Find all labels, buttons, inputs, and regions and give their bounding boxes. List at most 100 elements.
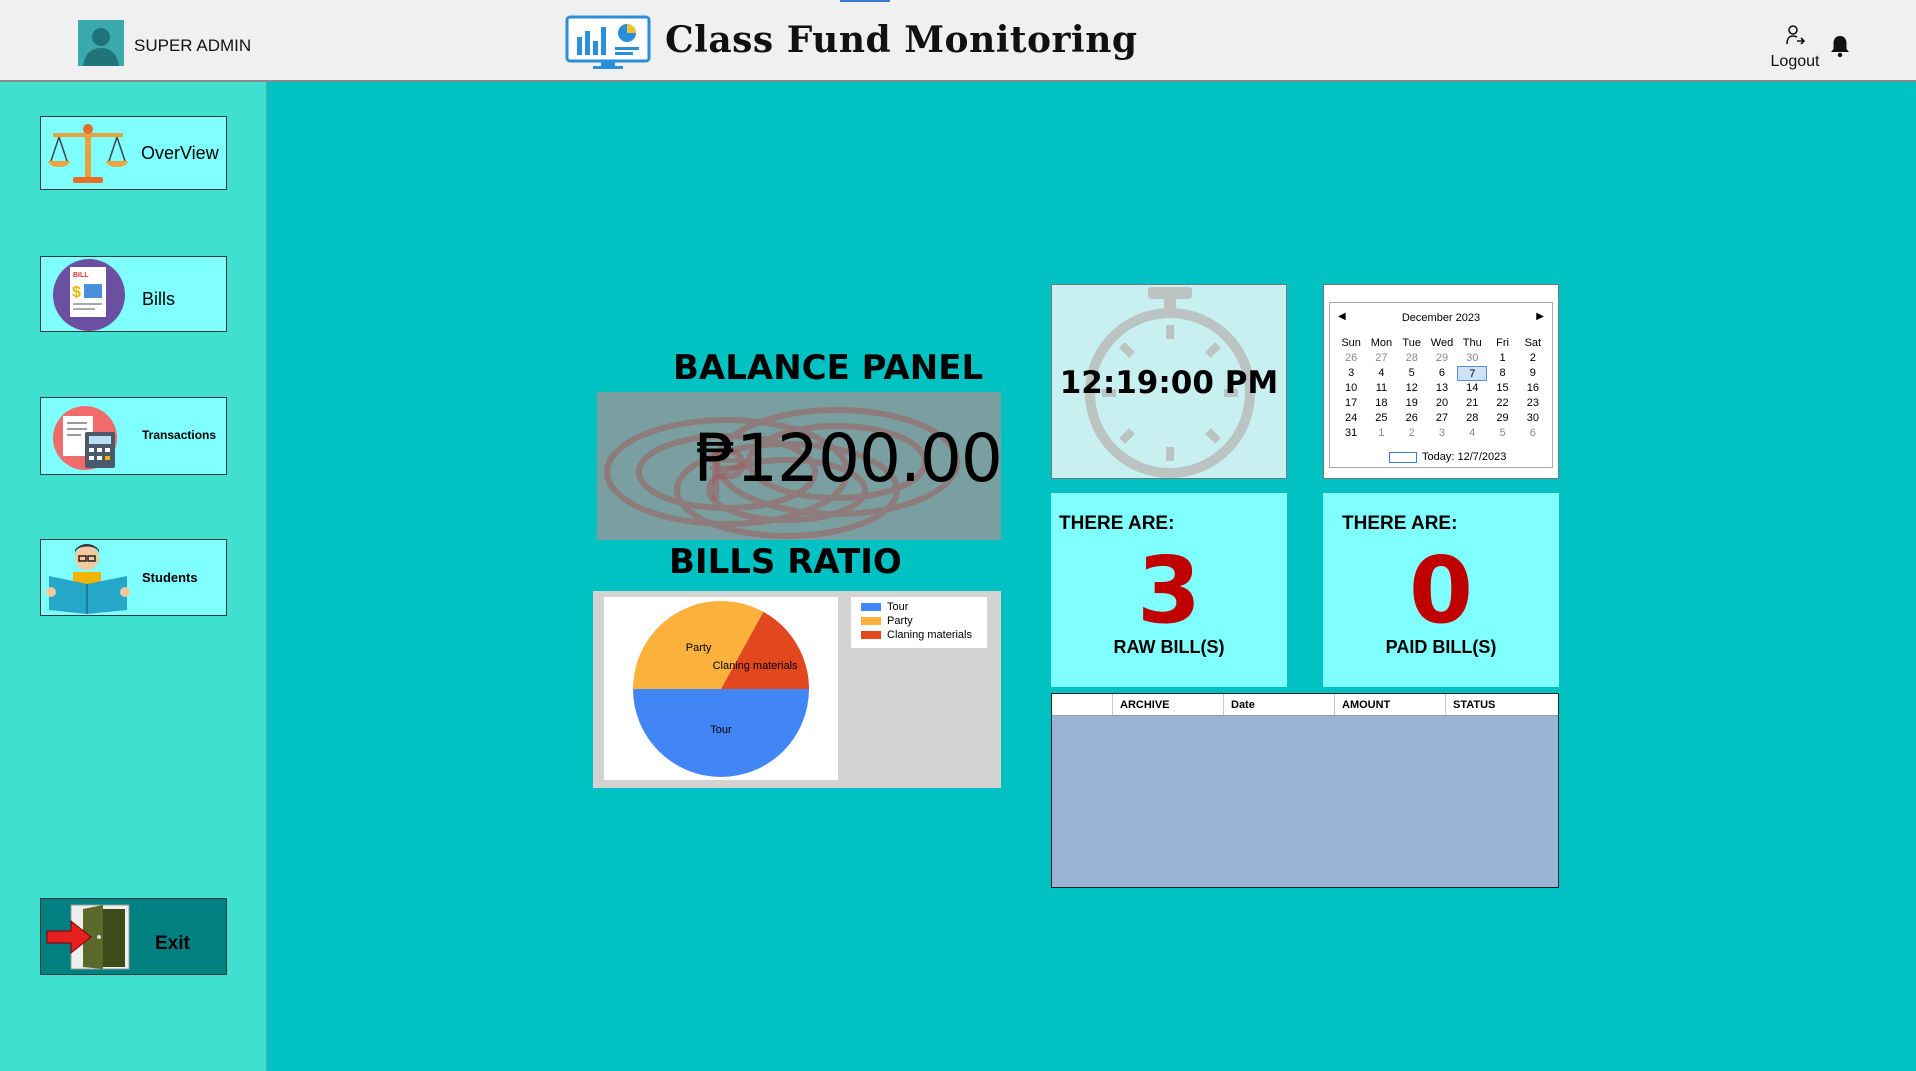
calendar-day[interactable]: 26 [1336,351,1366,366]
column-header-date[interactable]: Date [1224,694,1335,715]
notification-bell-icon[interactable] [1828,34,1852,63]
calendar-day[interactable]: 28 [1397,351,1427,366]
calendar-day[interactable]: 26 [1397,411,1427,426]
column-header-archive[interactable]: ARCHIVE [1113,694,1224,715]
bill-icon: BILL $ [44,257,134,338]
legend-item: Tour [861,601,908,613]
calendar-weekday: Wed [1430,337,1454,349]
svg-text:BILL: BILL [73,272,89,279]
calendar-day[interactable]: 22 [1487,396,1517,411]
raw-bills-count: 3 [1136,537,1201,644]
calendar-day[interactable]: 6 [1427,366,1457,381]
calendar-today-label: Today: 12/7/2023 [1422,451,1507,463]
calendar-day[interactable]: 21 [1457,396,1487,411]
balance-scale-icon [45,121,131,192]
legend-label: Tour [887,601,909,613]
calendar-day[interactable]: 30 [1518,411,1548,426]
pie-slice-label: Party [686,642,712,654]
calendar-week-row: 26 27 28 29 30 1 2 [1336,351,1548,366]
sidebar-item-label: Bills [142,289,176,309]
calendar-weekday: Sun [1341,337,1361,349]
calendar-day[interactable]: 5 [1397,366,1427,381]
calendar-day[interactable]: 1 [1366,426,1396,441]
calendar-day[interactable]: 23 [1518,396,1548,411]
sidebar-item-bills[interactable]: BILL $ Bills [40,256,227,332]
calendar-day[interactable]: 30 [1457,351,1487,366]
calendar-next-month-icon[interactable]: ▶ [1536,311,1544,322]
calendar-week-row: 10 11 12 13 14 15 16 [1336,381,1548,396]
calendar-day[interactable]: 4 [1366,366,1396,381]
bills-ratio-title: BILLS RATIO [669,542,902,582]
legend-label: Party [887,615,913,627]
calendar-day[interactable]: 19 [1397,396,1427,411]
row-header-column[interactable] [1052,694,1113,715]
calendar-week-row: 3456789 [1336,366,1548,381]
calendar-day[interactable]: 3 [1336,366,1366,381]
calendar-weekday: Mon [1370,337,1393,349]
calendar-day[interactable]: 3 [1427,426,1457,441]
calendar-day[interactable]: 28 [1457,411,1487,426]
exit-label: Exit [155,933,190,954]
calendar-day[interactable]: 15 [1487,381,1517,396]
legend-item: Claning materials [861,629,972,641]
calendar-week-row: 31 1 2 3 4 5 6 [1336,426,1548,441]
legend-swatch [861,631,881,639]
balance-amount: ₱1200.00 [695,420,1001,497]
sidebar-item-label: Transactions [142,428,217,442]
sidebar-item-transactions[interactable]: Transactions [40,397,227,475]
calendar-day[interactable]: 29 [1487,411,1517,426]
calendar-day[interactable]: 27 [1427,411,1457,426]
calendar-day[interactable]: 29 [1427,351,1457,366]
balance-panel-title: BALANCE PANEL [673,348,984,388]
calendar-day[interactable]: 10 [1336,381,1366,396]
pie-chart: Tour PartyClaning materials [633,601,809,777]
calendar-day[interactable]: 24 [1336,411,1366,426]
calendar-day[interactable]: 12 [1397,381,1427,396]
calendar-day[interactable]: 20 [1427,396,1457,411]
calendar-day[interactable]: 2 [1397,426,1427,441]
calendar-day[interactable]: 31 [1336,426,1366,441]
calendar-day[interactable]: 18 [1366,396,1396,411]
chart-plot-area: Tour Party Claning materials [604,597,838,780]
calendar-today-link[interactable]: Today: 12/7/2023 [1389,451,1506,463]
calendar-day[interactable]: 7 [1457,366,1488,381]
exit-button[interactable]: Exit [40,898,227,975]
calendar-weekday: Thu [1462,337,1482,349]
calendar-day[interactable]: 25 [1366,411,1396,426]
month-calendar: ◀ December 2023 ▶ Sun Mon Tue Wed Thu Fri Sat 2… [1329,302,1553,468]
sidebar-item-overview[interactable]: OverView [40,116,227,190]
bills-ratio-chart: Tour Party Claning materials Tour Party Clan… [593,591,1001,788]
raw-bills-prefix: THERE ARE: [1059,513,1175,534]
pie-slice-label: Tour [710,724,732,736]
student-reading-icon [43,540,133,619]
column-header-status[interactable]: STATUS [1446,694,1558,715]
column-header-amount[interactable]: AMOUNT [1335,694,1446,715]
user-avatar-icon [78,20,124,66]
calendar-week-row: 17 18 19 20 21 22 23 [1336,396,1548,411]
sidebar-item-label: Students [142,570,198,585]
calendar-day[interactable]: 13 [1427,381,1457,396]
calendar-weekday: Fri [1496,337,1509,349]
calendar-day[interactable]: 11 [1366,381,1396,396]
calendar-day[interactable]: 27 [1366,351,1396,366]
calendar-day[interactable]: 17 [1336,396,1366,411]
exit-door-icon [45,903,137,976]
calendar-day[interactable]: 16 [1518,381,1548,396]
legend-swatch [861,617,881,625]
calendar-day[interactable]: 5 [1487,426,1517,441]
logout-button[interactable]: Logout [1768,24,1822,71]
calendar-day[interactable]: 8 [1487,366,1517,381]
calendar-day[interactable]: 9 [1518,366,1548,381]
sidebar-item-students[interactable]: Students [40,539,227,616]
paid-bills-label: PAID BILL(S) [1385,637,1497,657]
balance-panel: ₱ ₱1200.00 [597,392,1001,540]
calendar-day[interactable]: 2 [1518,351,1548,366]
calendar-month-label[interactable]: December 2023 [1330,312,1552,324]
calendar-day[interactable]: 4 [1457,426,1487,441]
svg-text:$: $ [72,284,81,301]
calendar-day[interactable]: 6 [1518,426,1548,441]
calendar-day[interactable]: 1 [1487,351,1517,366]
today-marker-icon [1389,451,1417,463]
bills-table[interactable]: ARCHIVE Date AMOUNT STATUS [1051,693,1559,888]
calendar-day[interactable]: 14 [1457,381,1487,396]
